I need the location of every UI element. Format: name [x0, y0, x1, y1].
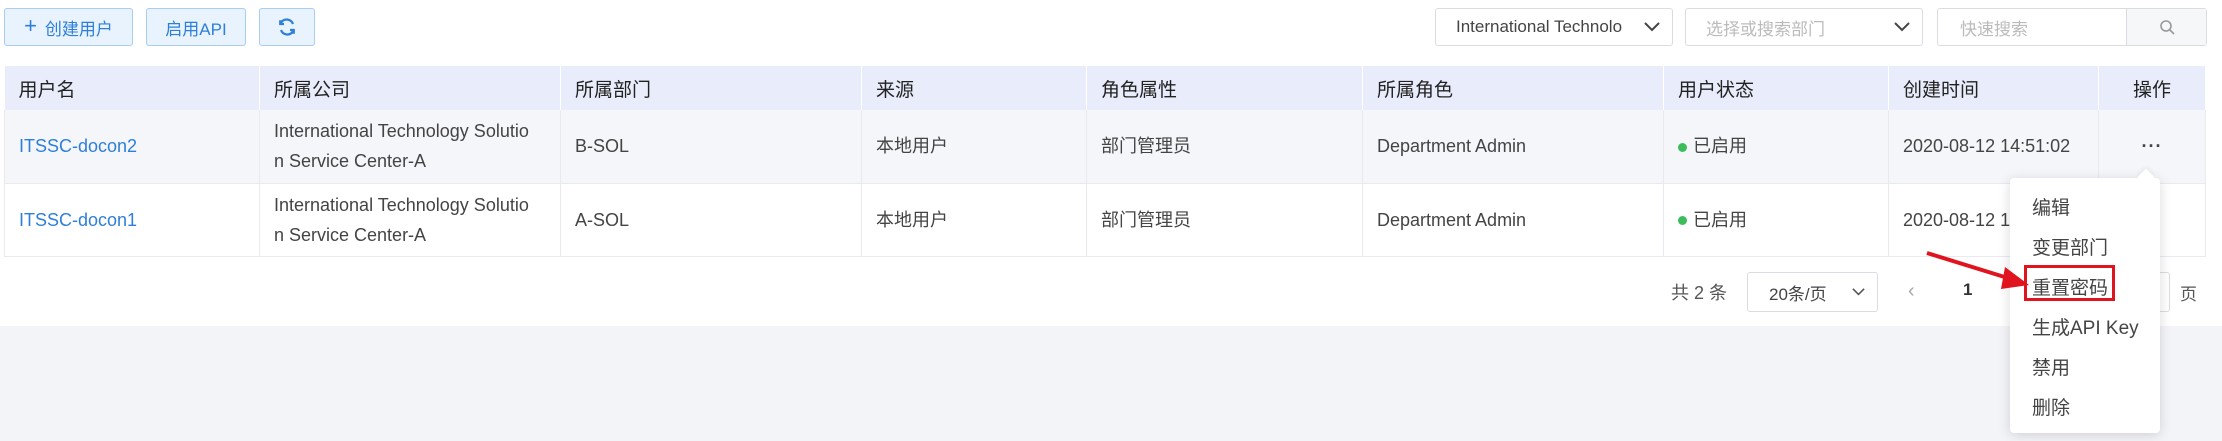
search-button[interactable]	[2126, 9, 2206, 45]
create-user-button[interactable]: + 创建用户	[4, 8, 133, 46]
more-actions-icon[interactable]: ···	[2142, 136, 2163, 156]
company-select[interactable]: International Technolo	[1435, 8, 1673, 46]
chevron-down-icon	[1894, 22, 1910, 32]
search-input[interactable]: 快速搜索	[1938, 9, 2126, 45]
cell-department: A-SOL	[560, 183, 862, 257]
table-header-row: 用户名 所属公司 所属部门 来源 角色属性 所属角色 用户状态 创建时间 操作	[4, 66, 2206, 110]
chevron-down-icon	[1852, 288, 1865, 296]
plus-icon: +	[24, 13, 37, 38]
search-icon	[2159, 20, 2175, 35]
cell-status: 已启用	[1663, 110, 1889, 184]
menu-item-edit[interactable]: 编辑	[2032, 193, 2070, 220]
menu-item-change-department[interactable]: 变更部门	[2032, 233, 2108, 260]
cell-company: International Technology Solutio n Servic…	[259, 110, 561, 184]
page-suffix: 页	[2180, 285, 2197, 304]
department-select-placeholder: 选择或搜索部门	[1706, 19, 1825, 39]
menu-item-disable[interactable]: 禁用	[2032, 353, 2070, 380]
cell-status: 已启用	[1663, 183, 1889, 257]
chevron-down-icon	[1644, 22, 1660, 32]
action-dropdown-menu: 编辑 变更部门 重置密码 生成API Key 禁用 删除	[2010, 178, 2160, 433]
cell-source: 本地用户	[861, 110, 1087, 184]
user-table: 用户名 所属公司 所属部门 来源 角色属性 所属角色 用户状态 创建时间 操作 …	[4, 66, 2206, 257]
main-panel: + 创建用户 启用API International Technolo 选择或搜…	[0, 0, 2222, 326]
menu-item-delete[interactable]: 删除	[2032, 393, 2070, 420]
cell-company: International Technology Solutio n Servic…	[259, 183, 561, 257]
cell-department: B-SOL	[560, 110, 862, 184]
header-created[interactable]: 创建时间	[1888, 66, 2099, 110]
page-size-select[interactable]: 20条/页	[1747, 272, 1878, 312]
cell-role-attribute: 部门管理员	[1086, 183, 1363, 257]
company-select-value: International Technolo	[1456, 17, 1623, 36]
cell-role-attribute: 部门管理员	[1086, 110, 1363, 184]
status-dot	[1678, 216, 1687, 226]
red-arrow-annotation	[1926, 251, 2029, 289]
refresh-button[interactable]	[259, 8, 315, 46]
pagination-total: 共 2 条	[1671, 283, 1728, 303]
header-actions: 操作	[2098, 66, 2206, 110]
cell-role: Department Admin	[1362, 110, 1664, 184]
header-role[interactable]: 所属角色	[1362, 66, 1664, 110]
cell-created: 2020-08-12 14:51:02	[1888, 110, 2099, 184]
department-select[interactable]: 选择或搜索部门	[1685, 8, 1923, 46]
header-username[interactable]: 用户名	[4, 66, 260, 110]
cell-source: 本地用户	[861, 183, 1087, 257]
header-status[interactable]: 用户状态	[1663, 66, 1889, 110]
header-company[interactable]: 所属公司	[259, 66, 561, 110]
header-role-attribute[interactable]: 角色属性	[1086, 66, 1363, 110]
refresh-icon	[279, 18, 295, 36]
cell-actions: ···	[2098, 110, 2206, 184]
menu-item-generate-api-key[interactable]: 生成API Key	[2032, 313, 2139, 340]
enable-api-button[interactable]: 启用API	[146, 8, 246, 46]
quick-search[interactable]: 快速搜索	[1937, 8, 2207, 46]
username-link[interactable]: ITSSC-docon1	[19, 210, 137, 230]
status-dot	[1678, 143, 1687, 152]
header-source[interactable]: 来源	[861, 66, 1087, 110]
header-department[interactable]: 所属部门	[560, 66, 862, 110]
highlight-box	[2024, 265, 2115, 301]
cell-username[interactable]: ITSSC-docon2	[4, 110, 260, 184]
prev-page-icon[interactable]: ‹	[1908, 280, 1915, 303]
username-link[interactable]: ITSSC-docon2	[19, 136, 137, 156]
table-row: ITSSC-docon1 International Technology So…	[4, 183, 2206, 257]
table-row: ITSSC-docon2 International Technology So…	[4, 110, 2206, 184]
cell-role: Department Admin	[1362, 183, 1664, 257]
cell-username[interactable]: ITSSC-docon1	[4, 183, 260, 257]
